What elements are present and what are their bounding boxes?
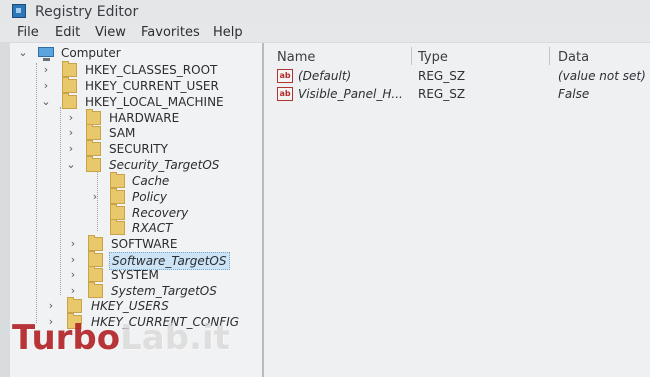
tree-label: SAM — [109, 126, 136, 140]
string-value-icon: ab — [277, 69, 293, 83]
folder-icon — [88, 266, 103, 282]
chevron-right-icon[interactable]: › — [68, 268, 78, 281]
chevron-right-icon[interactable]: › — [68, 253, 78, 266]
tree-label: HKEY_CURRENT_USER — [85, 79, 219, 93]
folder-icon — [110, 204, 125, 220]
tree-label: HKEY_CLASSES_ROOT — [85, 63, 218, 77]
column-header-name[interactable]: Name — [277, 50, 315, 65]
table-row[interactable]: ab (Default) REG_SZ (value not set) — [264, 68, 650, 84]
title-bar: Registry Editor — [0, 0, 650, 22]
tree-node-security[interactable]: › SECURITY — [10, 140, 250, 157]
value-data: (value not set) — [558, 69, 646, 83]
folder-icon — [110, 172, 125, 188]
chevron-right-icon[interactable]: › — [66, 142, 76, 155]
menu-view[interactable]: View — [95, 25, 126, 40]
chevron-down-icon[interactable]: ⌄ — [41, 95, 51, 108]
tree-node-system[interactable]: › SYSTEM — [10, 266, 250, 283]
tree-label: SYSTEM — [111, 268, 159, 282]
tree-label: SECURITY — [109, 142, 168, 156]
watermark-logo: TurboLab.it — [12, 318, 230, 358]
column-header-type[interactable]: Type — [418, 50, 448, 65]
value-name: Visible_Panel_H... — [298, 87, 403, 101]
tree-label: RXACT — [132, 221, 173, 235]
chevron-right-icon[interactable]: › — [41, 79, 51, 92]
folder-icon — [110, 188, 125, 204]
tree-node-rxact[interactable]: RXACT — [10, 219, 250, 236]
tree-label: HKEY_USERS — [91, 299, 169, 313]
tree-node-hardware[interactable]: › HARDWARE — [10, 109, 250, 126]
menu-bar: File Edit View Favorites Help — [0, 22, 650, 42]
tree-node-recovery[interactable]: Recovery — [10, 204, 250, 221]
folder-icon — [86, 156, 101, 172]
folder-icon — [86, 109, 101, 125]
menu-edit[interactable]: Edit — [55, 25, 80, 40]
folder-icon — [67, 297, 82, 313]
tree-node-software-targetos[interactable]: › Software_TargetOS — [10, 251, 250, 270]
tree-label: HKEY_LOCAL_MACHINE — [85, 95, 224, 109]
watermark-text-turbo: Turbo — [12, 318, 121, 358]
tree-node-hkey-users[interactable]: › HKEY_USERS — [10, 297, 250, 314]
tree-node-hkey-local-machine[interactable]: ⌄ HKEY_LOCAL_MACHINE — [10, 93, 250, 110]
chevron-down-icon[interactable]: ⌄ — [66, 158, 76, 171]
chevron-right-icon[interactable]: › — [68, 284, 78, 297]
tree-node-system-targetos[interactable]: › System_TargetOS — [10, 282, 250, 299]
value-name: (Default) — [298, 69, 352, 83]
chevron-right-icon[interactable]: › — [41, 63, 51, 76]
tree-node-computer[interactable]: ⌄ Computer — [10, 45, 250, 61]
column-divider[interactable] — [411, 47, 412, 65]
chevron-right-icon[interactable]: › — [66, 111, 76, 124]
chevron-right-icon[interactable]: › — [66, 126, 76, 139]
menu-help[interactable]: Help — [213, 25, 243, 40]
chevron-right-icon[interactable]: › — [46, 299, 56, 312]
computer-icon — [38, 47, 54, 61]
tree-node-policy[interactable]: › Policy — [10, 188, 250, 205]
tree-label: Computer — [61, 46, 121, 60]
column-header-data[interactable]: Data — [558, 50, 589, 65]
tree-node-sam[interactable]: › SAM — [10, 124, 250, 141]
tree-node-software[interactable]: › SOFTWARE — [10, 235, 250, 252]
registry-editor-icon — [12, 4, 26, 18]
watermark-text-lab: Lab.it — [120, 318, 230, 358]
tree-label: Cache — [132, 174, 170, 188]
tree-label: System_TargetOS — [111, 284, 217, 298]
menu-file[interactable]: File — [17, 25, 39, 40]
tree-label: Security_TargetOS — [109, 158, 220, 172]
folder-icon — [88, 282, 103, 298]
value-type: REG_SZ — [418, 69, 466, 83]
chevron-right-icon[interactable]: › — [90, 190, 100, 203]
window-title: Registry Editor — [35, 4, 139, 20]
folder-icon — [88, 235, 103, 251]
values-pane[interactable]: Name Type Data ab (Default) REG_SZ (valu… — [264, 43, 650, 377]
folder-icon — [62, 61, 77, 77]
column-divider[interactable] — [549, 47, 550, 65]
string-value-icon: ab — [277, 87, 293, 101]
tree-node-hkey-classes-root[interactable]: › HKEY_CLASSES_ROOT — [10, 61, 250, 78]
tree-label: Recovery — [132, 206, 189, 220]
folder-icon — [110, 219, 125, 235]
chevron-right-icon[interactable]: › — [68, 237, 78, 250]
tree-label: HARDWARE — [109, 111, 180, 125]
folder-icon — [62, 93, 77, 109]
chevron-down-icon[interactable]: ⌄ — [18, 46, 28, 59]
folder-icon — [62, 77, 77, 93]
menu-favorites[interactable]: Favorites — [141, 25, 200, 40]
folder-icon — [86, 124, 101, 140]
tree-node-cache[interactable]: Cache — [10, 172, 250, 189]
tree-node-security-targetos[interactable]: ⌄ Security_TargetOS — [10, 156, 250, 173]
value-data: False — [558, 87, 590, 101]
folder-icon — [88, 251, 103, 267]
tree-label: Policy — [132, 190, 167, 204]
folder-icon — [86, 140, 101, 156]
tree-node-hkey-current-user[interactable]: › HKEY_CURRENT_USER — [10, 77, 250, 94]
table-row[interactable]: ab Visible_Panel_H... REG_SZ False — [264, 86, 650, 102]
value-type: REG_SZ — [418, 87, 466, 101]
tree-label: SOFTWARE — [111, 237, 178, 251]
